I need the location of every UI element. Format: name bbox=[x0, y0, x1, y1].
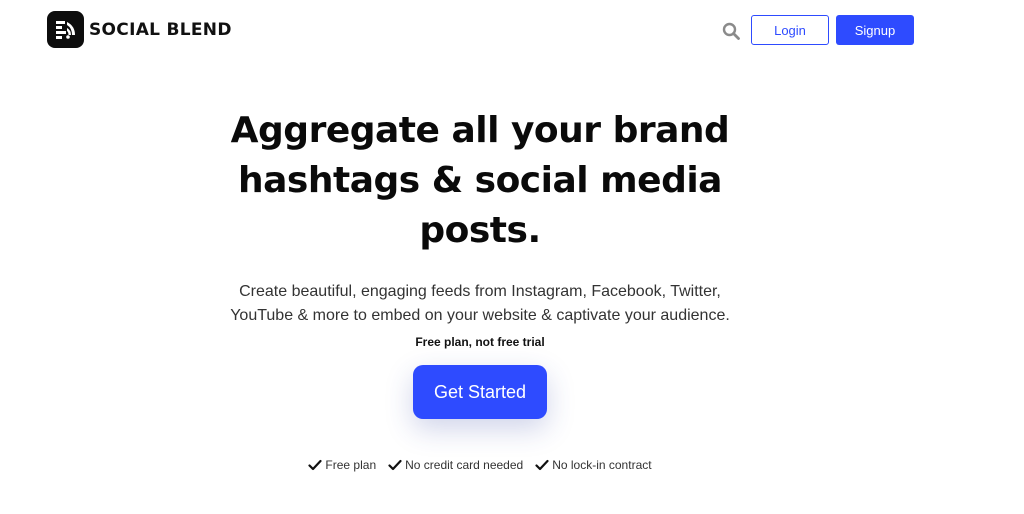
hero-subtitle: Create beautiful, engaging feeds from In… bbox=[230, 283, 730, 324]
login-button[interactable]: Login bbox=[751, 15, 829, 45]
feature-label: No credit card needed bbox=[405, 458, 524, 472]
get-started-button[interactable]: Get Started bbox=[413, 365, 547, 419]
hero-section: Aggregate all your brand hashtags & soci… bbox=[0, 106, 960, 349]
brand-name: SOCIAL BLEND bbox=[89, 19, 232, 40]
feature-item: No lock-in contract bbox=[535, 458, 652, 472]
free-plan-note: Free plan, not free trial bbox=[415, 335, 545, 349]
feature-label: Free plan bbox=[325, 458, 377, 472]
signup-button[interactable]: Signup bbox=[836, 15, 914, 45]
feature-item: No credit card needed bbox=[388, 458, 523, 472]
brand-logo-link[interactable]: SOCIAL BLEND bbox=[47, 11, 232, 48]
feature-list: Free plan No credit card needed No lock-… bbox=[0, 458, 960, 472]
hero-title: Aggregate all your brand hashtags & soci… bbox=[230, 110, 730, 251]
search-icon[interactable] bbox=[720, 20, 742, 42]
check-icon bbox=[388, 458, 402, 472]
feature-item: Free plan bbox=[308, 458, 376, 472]
feature-label: No lock-in contract bbox=[552, 458, 652, 472]
check-icon bbox=[308, 458, 323, 472]
check-icon bbox=[535, 458, 549, 472]
brand-logo-icon bbox=[47, 11, 84, 48]
